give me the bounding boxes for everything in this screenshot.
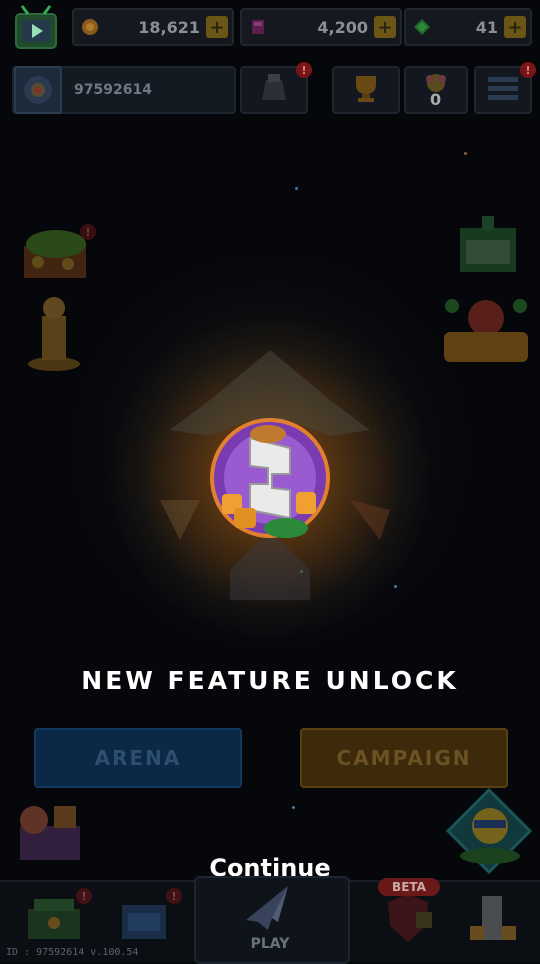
star (295, 187, 298, 190)
beta-shield-icon (378, 890, 438, 950)
avatar[interactable] (14, 66, 62, 114)
notification-badge: ! (76, 888, 92, 904)
shop-button[interactable]: ! (14, 884, 94, 956)
tower-icon (462, 890, 522, 950)
beta-mode-button[interactable] (368, 884, 448, 956)
profile-panel[interactable]: 97592614 (12, 66, 236, 114)
mail-count: 0 (430, 90, 442, 109)
chest-icon (18, 230, 96, 286)
notification-badge: ! (166, 888, 182, 904)
notification-badge: ! (80, 224, 96, 240)
falcon-tycoon[interactable] (438, 296, 534, 372)
add-energy-button[interactable]: + (374, 16, 396, 38)
energy-value: 4,200 (317, 17, 368, 37)
add-coins-button[interactable]: + (206, 16, 228, 38)
mail-button[interactable]: 0 (404, 66, 468, 114)
player-id: 97592614 (74, 82, 152, 98)
falcon-tycoon-icon (438, 299, 534, 372)
star (394, 585, 397, 588)
version-info: ID : 97592614 v.100.54 (6, 947, 139, 958)
treasure-chest[interactable]: ! (18, 222, 96, 286)
gems-value: 41 (475, 17, 498, 37)
hangar-icon (114, 893, 174, 947)
gem-icon (412, 17, 432, 37)
helmet-button[interactable]: ! (240, 62, 312, 114)
tv-icon[interactable] (8, 4, 64, 52)
arena-button[interactable]: ARENA (34, 728, 242, 788)
menu-icon (486, 75, 520, 105)
tower-button[interactable] (452, 884, 532, 956)
statue-icon (26, 297, 82, 376)
star (464, 152, 467, 155)
add-gems-button[interactable]: + (504, 16, 526, 38)
campaign-button[interactable]: CAMPAIGN (300, 728, 508, 788)
energy-icon (248, 17, 268, 37)
play-ship-icon (238, 882, 302, 938)
menu-button[interactable]: ! (474, 62, 536, 114)
trophy-icon (348, 72, 384, 108)
gift-shop[interactable] (456, 212, 520, 280)
energy-counter: 4,200 + (240, 8, 402, 46)
helmet-icon (256, 72, 292, 108)
gems-counter: 41 + (404, 8, 532, 46)
star (292, 806, 295, 809)
trophy-button[interactable] (332, 66, 400, 114)
feature-emblem-icon (206, 418, 334, 548)
coins-value: 18,621 (138, 17, 200, 37)
hangar-button[interactable]: ! (104, 884, 184, 956)
shop-icon (24, 893, 84, 947)
coins-counter: 18,621 + (72, 8, 234, 46)
feature-unlock-title: NEW FEATURE UNLOCK (81, 666, 459, 695)
gift-icon (456, 216, 520, 280)
notification-badge: ! (296, 62, 312, 78)
coin-icon (80, 17, 100, 37)
notification-badge: ! (520, 62, 536, 78)
golden-statue[interactable] (26, 292, 82, 376)
play-label: PLAY (250, 936, 290, 952)
